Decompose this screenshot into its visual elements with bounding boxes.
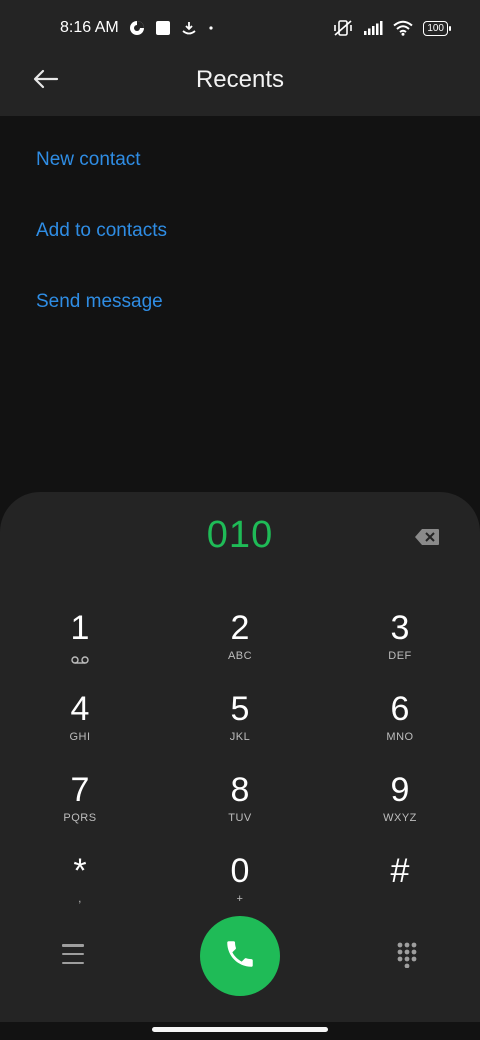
phone-icon [223, 937, 257, 976]
status-bar: 8:16 AM 100 [0, 0, 480, 56]
key-digit: 9 [390, 771, 410, 809]
status-left: 8:16 AM [60, 19, 215, 37]
key-digit: 0 [230, 852, 250, 890]
key-letters: MNO [386, 731, 414, 743]
page-title: Recents [195, 66, 285, 93]
signal-icon [363, 20, 383, 36]
app-header: Recents [0, 56, 480, 116]
key-3[interactable]: 3 DEF [320, 604, 480, 685]
send-message-link[interactable]: Send message [36, 282, 167, 353]
key-2[interactable]: 2 ABC [160, 604, 320, 685]
status-time: 8:16 AM [60, 19, 119, 36]
key-digit: 6 [390, 690, 410, 728]
menu-icon-line [62, 961, 84, 964]
status-right: 100 [333, 19, 451, 37]
key-digit: 5 [230, 690, 250, 728]
key-letters: ABC [227, 650, 253, 662]
system-nav-bar [0, 1022, 480, 1040]
key-letters: GHI [69, 731, 91, 743]
key-8[interactable]: 8 TUV [160, 766, 320, 847]
key-letters: JKL [229, 731, 251, 743]
menu-icon-line [62, 952, 84, 956]
dialpad-icon [396, 942, 418, 972]
key-digit: 4 [70, 690, 90, 728]
key-4[interactable]: 4 GHI [0, 685, 160, 766]
key-letters: DEF [388, 650, 412, 662]
key-9[interactable]: 9 WXYZ [320, 766, 480, 847]
key-letters: , [78, 893, 82, 905]
dot-icon [207, 20, 215, 36]
data-saver-icon [129, 20, 145, 36]
key-digit: # [390, 852, 410, 890]
dialer-action-row [0, 916, 480, 996]
add-to-contacts-link[interactable]: Add to contacts [36, 211, 167, 282]
key-digit: 2 [230, 609, 250, 647]
battery-indicator: 100 [423, 20, 451, 36]
menu-icon-line [62, 944, 84, 947]
wifi-icon [393, 20, 413, 36]
square-notification-icon [155, 20, 171, 36]
key-1[interactable]: 1 [0, 604, 160, 685]
keypad-toggle-button[interactable] [396, 942, 418, 969]
key-digit: * [73, 852, 87, 890]
key-digit: 7 [70, 771, 90, 809]
key-digit: 3 [390, 609, 410, 647]
backspace-icon [414, 529, 440, 550]
home-indicator[interactable] [152, 1027, 328, 1032]
key-5[interactable]: 5 JKL [160, 685, 320, 766]
call-button[interactable] [200, 916, 280, 996]
key-7[interactable]: 7 PQRS [0, 766, 160, 847]
new-contact-link[interactable]: New contact [36, 140, 167, 211]
download-icon [181, 20, 197, 36]
key-digit: 8 [230, 771, 250, 809]
key-letters: TUV [228, 812, 252, 824]
key-letters: PQRS [63, 812, 97, 824]
key-letters: + [236, 893, 244, 905]
key-digit: 1 [70, 609, 90, 647]
dialed-number: 010 [206, 514, 274, 556]
backspace-button[interactable] [414, 528, 440, 546]
key-letters: WXYZ [383, 812, 417, 824]
dialpad-panel: 010 1 2 ABC 3 DEF 4 GHI 5 JKL 6 MNO 7 PQ… [0, 492, 480, 1022]
keypad: 1 2 ABC 3 DEF 4 GHI 5 JKL 6 MNO 7 PQRS 8… [0, 604, 480, 928]
number-options-list: New contact Add to contacts Send message [36, 140, 167, 353]
menu-button[interactable] [62, 944, 84, 964]
voicemail-icon [71, 652, 89, 670]
key-6[interactable]: 6 MNO [320, 685, 480, 766]
muted-vibrate-icon [333, 19, 353, 37]
